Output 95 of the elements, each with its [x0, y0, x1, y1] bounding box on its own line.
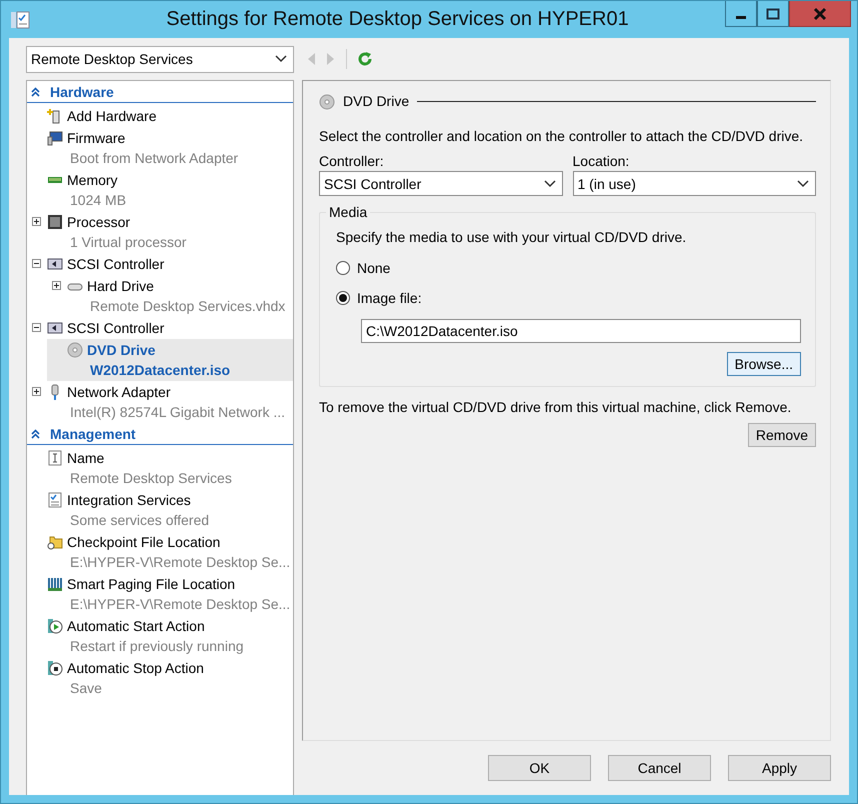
play-icon: [47, 618, 63, 634]
checklist-icon: [47, 492, 63, 508]
maximize-icon: [766, 6, 780, 20]
item-detail: Restart if previously running: [69, 637, 245, 656]
item-detail: Boot from Network Adapter: [69, 149, 240, 168]
tree-item[interactable]: Automatic Stop Action Save: [27, 657, 293, 699]
item-label: Processor: [67, 213, 132, 232]
radio-label[interactable]: None: [357, 260, 390, 276]
window-title: Settings for Remote Desktop Services on HYPER01: [165, 8, 630, 31]
item-label: SCSI Controller: [67, 319, 166, 338]
tree-item[interactable]: Smart Paging File Location E:\HYPER-V\Remote Desktop Se...: [27, 573, 293, 615]
item-label: SCSI Controller: [67, 255, 166, 274]
dialog-button[interactable]: Cancel: [608, 755, 711, 781]
controller-icon: [47, 256, 63, 272]
item-detail: Some services offered: [69, 511, 210, 530]
item-label: Hard Drive: [87, 277, 155, 296]
text-cursor-icon: [47, 450, 63, 466]
field-label: Location:: [572, 152, 630, 171]
refresh-icon[interactable]: [357, 51, 373, 67]
browse-button[interactable]: Browse...: [726, 352, 801, 376]
controller-dropdown[interactable]: SCSI Controller: [319, 171, 562, 196]
item-label: Name: [67, 449, 106, 468]
vm-dropdown[interactable]: Remote Desktop Services: [26, 46, 294, 72]
tree-item[interactable]: SCSI Controller: [27, 317, 293, 339]
remove-button[interactable]: Remove: [748, 423, 816, 447]
tree-item[interactable]: Hard Drive Remote Desktop Services.vhdx: [47, 275, 293, 317]
expand-icon[interactable]: [32, 217, 41, 226]
item-detail: Remote Desktop Services: [69, 469, 233, 488]
tree-item[interactable]: DVD Drive W2012Datacenter.iso: [47, 339, 293, 381]
location-dropdown[interactable]: 1 (in use): [572, 171, 816, 196]
disc-icon: [67, 342, 83, 358]
tree-item[interactable]: Checkpoint File Location E:\HYPER-V\Remote Desktop Se...: [27, 531, 293, 573]
computer-icon: [47, 130, 63, 146]
instruction-text: Select the controller and location on the controller to attach the CD/DVD drive.: [319, 127, 804, 145]
instruction-text: To remove the virtual CD/DVD drive from this virtual machine, click Remove.: [319, 399, 792, 415]
disc-icon: [319, 94, 335, 110]
item-detail: 1024 MB: [69, 191, 128, 210]
collapse-icon[interactable]: [32, 259, 41, 268]
path-field[interactable]: C:\W2012Datacenter.iso: [361, 319, 801, 343]
tree-item[interactable]: Processor 1 Virtual processor: [27, 211, 293, 253]
item-detail: Save: [69, 679, 103, 698]
item-label: Automatic Start Action: [67, 617, 206, 636]
radio-button[interactable]: [336, 261, 350, 275]
settings-icon: [10, 10, 30, 30]
close-button[interactable]: [789, 1, 851, 27]
section-header[interactable]: Hardware: [50, 84, 114, 100]
dialog-button[interactable]: Apply: [728, 755, 831, 781]
item-detail: W2012Datacenter.iso: [89, 361, 232, 380]
panel-heading: DVD Drive: [343, 93, 410, 109]
tree-item[interactable]: Add Hardware: [27, 105, 293, 127]
collapse-icon[interactable]: [31, 86, 40, 96]
instruction-text: Specify the media to use with your virtual CD/DVD drive.: [336, 229, 688, 245]
section-header[interactable]: Management: [50, 426, 136, 442]
minimize-icon: [736, 16, 746, 19]
collapse-icon[interactable]: [32, 323, 41, 332]
caret-icon: [797, 180, 809, 188]
item-detail: Intel(R) 82574L Gigabit Network ...: [69, 403, 286, 422]
tree-item[interactable]: Network Adapter Intel(R) 82574L Gigabit Network ...: [27, 381, 293, 423]
item-detail: E:\HYPER-V\Remote Desktop Se...: [69, 553, 292, 572]
item-label: Add Hardware: [67, 107, 158, 126]
item-detail: 1 Virtual processor: [69, 233, 188, 252]
chip-icon: [47, 214, 63, 230]
maximize-button[interactable]: [757, 1, 789, 27]
close-icon: [813, 6, 827, 20]
folder-icon: [47, 534, 63, 550]
controller-icon: [47, 320, 63, 336]
item-label: Network Adapter: [67, 383, 172, 402]
minimize-button[interactable]: [725, 1, 757, 27]
tree-item[interactable]: Name Remote Desktop Services: [27, 447, 293, 489]
item-label: Automatic Stop Action: [67, 659, 205, 678]
caret-icon: [544, 180, 556, 188]
item-detail: Remote Desktop Services.vhdx: [89, 297, 286, 316]
caret-icon: [275, 55, 287, 63]
tree-item[interactable]: Firmware Boot from Network Adapter: [27, 127, 293, 169]
paging-icon: [47, 576, 63, 592]
item-label: Integration Services: [67, 491, 192, 510]
collapse-icon[interactable]: [31, 428, 40, 438]
expand-icon[interactable]: [32, 387, 41, 396]
tree-item[interactable]: SCSI Controller: [27, 253, 293, 275]
item-label: DVD Drive: [87, 341, 156, 360]
radio-label[interactable]: Image file:: [357, 290, 422, 306]
tree-item[interactable]: Memory 1024 MB: [27, 169, 293, 211]
item-label: Smart Paging File Location: [67, 575, 236, 594]
item-label: Checkpoint File Location: [67, 533, 222, 552]
tree-item[interactable]: Automatic Start Action Restart if previously running: [27, 615, 293, 657]
item-label: Firmware: [67, 129, 126, 148]
expand-icon[interactable]: [52, 281, 61, 290]
radio-button[interactable]: [336, 291, 350, 305]
stop-icon: [47, 660, 63, 676]
field-label: Controller:: [319, 152, 385, 171]
dialog-button[interactable]: OK: [488, 755, 591, 781]
group-title: Media: [326, 204, 370, 220]
item-label: Memory: [67, 171, 119, 190]
item-detail: E:\HYPER-V\Remote Desktop Se...: [69, 595, 292, 614]
tree-item[interactable]: Integration Services Some services offered: [27, 489, 293, 531]
